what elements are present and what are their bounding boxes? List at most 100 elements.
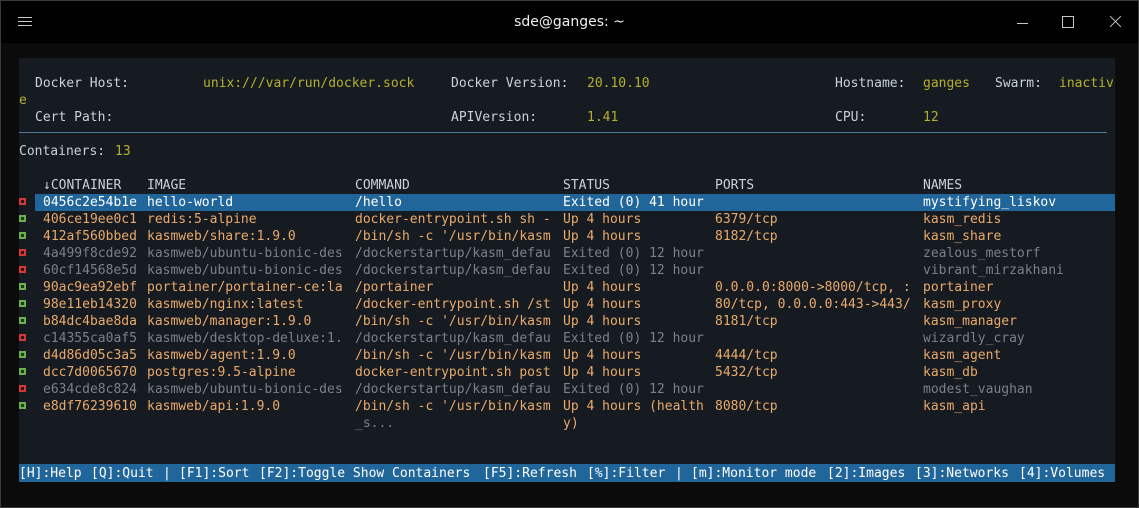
container-command: docker-entrypoint.sh post [355, 365, 551, 380]
container-image: kasmweb/ubuntu-bionic-des [147, 246, 343, 261]
api-version-label: APIVersion: [451, 110, 538, 125]
container-command: /dockerstartup/kasm_defau [355, 263, 551, 278]
terminal-window: sde@ganges: ~ Docker Host: unix:///var/r… [0, 0, 1139, 508]
docker-host-label: Docker Host: [35, 76, 129, 91]
container-image: kasmweb/agent:1.9.0 [147, 348, 296, 363]
exited-status-icon [19, 266, 26, 273]
container-ports [715, 262, 915, 279]
swarm-value-wrap: e [19, 93, 27, 108]
container-id: 90ac9ea92ebf [43, 280, 137, 295]
exited-status-icon [19, 385, 26, 392]
container-row[interactable]: e8df76239610 kasmweb/api:1.9.0/bin/sh -c … [19, 398, 1115, 415]
container-row[interactable]: 90ac9ea92ebf portainer/portainer-ce:la/po… [19, 279, 1115, 296]
docker-version-label: Docker Version: [451, 76, 569, 91]
title-bar: sde@ganges: ~ [1, 1, 1138, 43]
container-name: zealous_mestorf [923, 246, 1041, 261]
footer-key-1[interactable]: [Q]:Quit [91, 465, 154, 482]
container-row[interactable]: 412af560bbed kasmweb/share:1.9.0/bin/sh -… [19, 228, 1115, 245]
container-status: Up 4 hours (health [563, 399, 704, 414]
exited-status-icon [19, 249, 26, 256]
container-status: Exited (0) 12 hour [563, 246, 704, 261]
running-status-icon [19, 317, 26, 324]
container-name: kasm_agent [923, 348, 1002, 363]
container-name: kasm_api [923, 399, 986, 414]
container-id: dcc7d0065670 [43, 365, 137, 380]
container-status: Up 4 hours [563, 348, 642, 363]
container-row[interactable]: 98e11eb14320 kasmweb/nginx:latest/docker-… [19, 296, 1115, 313]
container-row[interactable]: b84dc4bae8da kasmweb/manager:1.9.0/bin/sh… [19, 313, 1115, 330]
container-row[interactable]: 0456c2e54b1e hello-world/hello Exited (0) … [19, 194, 1115, 211]
container-status: Up 4 hours [563, 314, 642, 329]
footer-key-5[interactable]: [F5]:Refresh [483, 465, 577, 482]
container-id: e634cde8c824 [43, 382, 137, 397]
column-header-names[interactable]: NAMES [923, 177, 962, 194]
footer-key-10[interactable]: [3]:Networks [915, 465, 1009, 482]
container-image: hello-world [147, 195, 234, 210]
container-row[interactable]: e634cde8c824 kasmweb/ubuntu-bionic-des/do… [19, 381, 1115, 398]
container-id: c14355ca0af5 [43, 331, 137, 346]
container-ports: 4444/tcp [715, 348, 778, 363]
containers-count: 13 [115, 144, 131, 159]
column-header-ports[interactable]: PORTS [715, 177, 754, 194]
column-header-image[interactable]: IMAGE [147, 177, 186, 194]
footer-divider: | [675, 466, 683, 481]
close-icon[interactable] [1105, 11, 1127, 33]
last-row-command-continuation: _s... [355, 416, 395, 431]
api-version-value: 1.41 [587, 110, 619, 125]
footer-key-3[interactable]: [F1]:Sort [179, 465, 249, 482]
container-row[interactable]: c14355ca0af5 kasmweb/desktop-deluxe:1. /do… [19, 330, 1115, 347]
footer-key-11[interactable]: [4]:Volumes [1019, 465, 1105, 482]
running-status-icon [19, 283, 26, 290]
container-status: Up 4 hours [563, 229, 642, 244]
container-image: kasmweb/desktop-deluxe:1. [147, 331, 343, 346]
maximize-icon[interactable] [1057, 11, 1079, 33]
container-image: kasmweb/nginx:latest [147, 297, 304, 312]
running-status-icon [19, 351, 26, 358]
footer-key-8[interactable]: [m]:Monitor mode [691, 465, 816, 482]
container-ports [715, 194, 915, 211]
container-command: /bin/sh -c '/usr/bin/kasm [355, 348, 551, 363]
minimize-icon[interactable] [1011, 11, 1033, 33]
column-header-status[interactable]: STATUS [563, 177, 610, 194]
container-name: vibrant_mirzakhani [923, 263, 1064, 278]
column-header-command[interactable]: COMMAND [355, 177, 410, 194]
container-image: kasmweb/ubuntu-bionic-des [147, 263, 343, 278]
running-status-icon [19, 215, 26, 222]
container-row[interactable]: 406ce19ee0c1 redis:5-alpine docker-entrypo… [19, 211, 1115, 228]
container-id: d4d86d05c3a5 [43, 348, 137, 363]
footer-key-9[interactable]: [2]:Images [827, 465, 905, 482]
swarm-value: inactiv [1059, 76, 1114, 91]
footer-key-4[interactable]: [F2]:Toggle Show Containers [259, 465, 470, 482]
footer-key-6[interactable]: [%]:Filter [587, 465, 665, 482]
hostname-value: ganges [923, 76, 970, 91]
container-ports: 8080/tcp [715, 399, 778, 414]
last-row-status-continuation: y) [563, 416, 579, 431]
footer-divider: | [163, 466, 171, 481]
cpu-value: 12 [923, 110, 939, 125]
container-command: /dockerstartup/kasm_defau [355, 246, 551, 261]
footer-key-0[interactable]: [H]:Help [19, 465, 82, 482]
ctop-terminal[interactable]: Docker Host: unix:///var/run/docker.sock… [19, 58, 1115, 482]
container-row[interactable]: d4d86d05c3a5 kasmweb/agent:1.9.0/bin/sh -… [19, 347, 1115, 364]
container-command: /dockerstartup/kasm_defau [355, 331, 551, 346]
container-row[interactable]: 4a499f8cde92 kasmweb/ubuntu-bionic-des/do… [19, 245, 1115, 262]
container-id: 4a499f8cde92 [43, 246, 137, 261]
container-command: /dockerstartup/kasm_defau [355, 382, 551, 397]
hostname-label: Hostname: [835, 76, 906, 91]
container-image: portainer/portainer-ce:la [147, 280, 343, 295]
container-name: kasm_db [923, 365, 978, 380]
container-name: modest_vaughan [923, 382, 1033, 397]
container-image: kasmweb/share:1.9.0 [147, 229, 296, 244]
docker-host-value: unix:///var/run/docker.sock [203, 76, 415, 91]
cert-path-label: Cert Path: [35, 110, 114, 125]
column-header-container[interactable]: ↓CONTAINER [43, 177, 121, 194]
container-ports [715, 245, 915, 262]
exited-status-icon [19, 198, 26, 205]
container-row[interactable]: 60cf14568e5d kasmweb/ubuntu-bionic-des/do… [19, 262, 1115, 279]
header-separator [19, 132, 1107, 133]
container-row[interactable]: dcc7d0065670 postgres:9.5-alpine docker-en… [19, 364, 1115, 381]
container-command: /bin/sh -c '/usr/bin/kasm [355, 314, 551, 329]
container-image: redis:5-alpine [147, 212, 257, 227]
running-status-icon [19, 402, 26, 409]
container-image: kasmweb/manager:1.9.0 [147, 314, 312, 329]
